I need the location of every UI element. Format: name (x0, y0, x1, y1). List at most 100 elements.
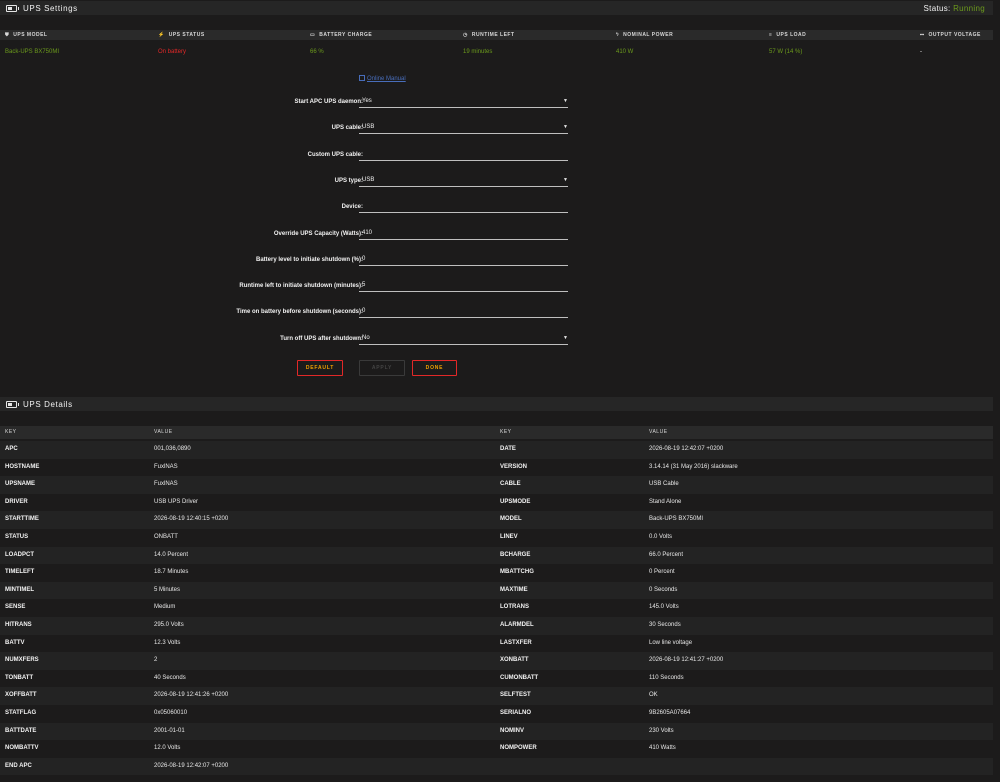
detail-key: MODEL (500, 516, 522, 523)
summary-header-label: UPS LOAD (776, 32, 807, 38)
detail-value: 110 Seconds (649, 674, 684, 681)
form-row: Custom UPS cable: (0, 148, 1000, 168)
detail-key: NOMINV (500, 727, 524, 734)
detail-value: 40 Seconds (154, 674, 186, 681)
list-icon: ≡ (769, 32, 773, 38)
detail-key: LOTRANS (500, 604, 529, 611)
summary-header-label: UPS STATUS (168, 32, 205, 38)
form-row: Turn off UPS after shutdown: No ▼ (0, 332, 1000, 352)
text-input[interactable]: 5 (359, 279, 568, 293)
detail-value: 0x05060010 (154, 710, 188, 716)
text-input[interactable]: 0 (359, 253, 568, 266)
status-value: Running (953, 3, 985, 13)
detail-key: NUMXFERS (5, 657, 39, 664)
detail-key: SELFTEST (500, 692, 531, 699)
detail-key: STATFLAG (5, 710, 37, 716)
detail-value: USB UPS Driver (154, 498, 199, 505)
output-icon: ⎓ (920, 32, 925, 38)
summary-column-ups-status: ⚡ UPS STATUS (158, 30, 205, 40)
field-value: USB (362, 176, 375, 183)
status-label: Status: (923, 3, 951, 13)
summary-header-label: UPS MODEL (13, 32, 48, 38)
field-label: Start APC UPS daemon: (294, 99, 363, 105)
summary-column-battery-charge: ▭ BATTERY CHARGE (310, 30, 372, 40)
field-value: 410 (362, 229, 373, 236)
summary-value: 19 minutes (463, 49, 493, 55)
detail-key: MBATTCHG (500, 569, 534, 576)
field-label: Runtime left to initiate shutdown (minut… (239, 283, 363, 290)
detail-value: USB Cable (649, 481, 679, 488)
column-header-value: VALUE (649, 429, 668, 435)
summary-column-nominal-power: ϟ NOMINAL POWER (616, 30, 673, 40)
summary-column-ups-load: ≡ UPS LOAD (769, 30, 806, 40)
chevron-down-icon: ▼ (563, 334, 568, 341)
chevron-down-icon: ▼ (563, 176, 568, 183)
table-row: LOADPCT 14.0 Percent BCHARGE 66.0 Percent (0, 546, 993, 565)
text-input[interactable]: 0 (359, 305, 568, 319)
battery-icon: ▭ (310, 32, 316, 38)
detail-key: HITRANS (5, 622, 32, 628)
detail-value: 30 Seconds (649, 622, 681, 628)
table-row: STARTTIME 2026-08-19 12:40:15 +0200 MODEL B… (0, 511, 993, 529)
apply-button[interactable]: APPLY (359, 360, 405, 376)
select-field[interactable]: USB ▼ (359, 121, 568, 135)
detail-value: 001,036,0890 (154, 446, 191, 452)
field-label: Override UPS Capacity (Watts): (273, 230, 363, 237)
text-input[interactable]: 410 (359, 227, 568, 240)
details-table-header: KEY VALUE KEY VALUE (0, 426, 993, 439)
select-field[interactable]: Yes ▼ (359, 95, 568, 108)
detail-key: XOFFBATT (5, 692, 37, 699)
table-row: BATTDATE 2001-01-01 NOMINV 230 Volts (0, 722, 993, 741)
detail-key: LINEV (500, 534, 518, 540)
summary-value: 57 W (14 %) (769, 49, 803, 55)
detail-value: 12.3 Volts (154, 639, 181, 646)
detail-value: 3.14.14 (31 May 2016) slackware (649, 463, 738, 470)
field-value: 0 (362, 308, 366, 315)
detail-key: STARTTIME (5, 516, 39, 523)
plug-icon: ⚡ (158, 32, 165, 38)
table-row: UPSNAME FuxlNAS CABLE USB Cable (0, 476, 993, 494)
summary-header-label: BATTERY CHARGE (319, 32, 373, 38)
text-input[interactable] (359, 200, 568, 214)
summary-header-label: RUNTIME LEFT (471, 32, 515, 38)
detail-key: NOMBATTV (5, 745, 39, 752)
detail-key: TIMELEFT (5, 569, 35, 576)
detail-value: Stand Alone (649, 498, 682, 505)
form-row: UPS type: USB ▼ (0, 174, 1000, 194)
detail-key: LASTXFER (500, 639, 532, 646)
chevron-down-icon: ▼ (563, 98, 568, 104)
detail-value: Medium (154, 604, 176, 611)
detail-value: 295.0 Volts (154, 622, 184, 628)
default-button[interactable]: DEFAULT (297, 360, 343, 376)
select-field[interactable]: USB ▼ (359, 174, 568, 187)
table-row: NOMBATTV 12.0 Volts NOMPOWER 410 Watts (0, 740, 993, 758)
detail-value: Low line voltage (649, 639, 693, 646)
done-button[interactable]: DONE (412, 360, 457, 376)
table-row: TONBATT 40 Seconds CUMONBATT 110 Seconds (0, 670, 993, 688)
detail-value: 2026-08-19 12:42:07 +0200 (154, 762, 229, 769)
online-manual-link[interactable]: Online Manual (359, 75, 406, 82)
clock-icon: ◷ (463, 32, 468, 38)
detail-key: APC (5, 446, 18, 452)
detail-value: FuxlNAS (154, 463, 178, 470)
detail-value: 2026-08-19 12:42:07 +0200 (649, 446, 724, 452)
table-row: END APC 2026-08-19 12:42:07 +0200 (0, 757, 993, 776)
table-row: MINTIMEL 5 Minutes MAXTIME 0 Seconds (0, 581, 993, 600)
detail-value: ONBATT (154, 534, 178, 540)
table-row: XOFFBATT 2026-08-19 12:41:26 +0200 SELFTES… (0, 687, 993, 705)
form-row: Override UPS Capacity (Watts): 410 (0, 227, 1000, 247)
detail-key: SERIALNO (500, 710, 532, 716)
chevron-down-icon: ▼ (563, 124, 568, 131)
detail-value: 0 Percent (649, 569, 675, 576)
select-field[interactable]: No ▼ (359, 332, 568, 345)
table-row: DRIVER USB UPS Driver UPSMODE Stand Alone (0, 494, 993, 512)
text-input[interactable] (359, 148, 568, 161)
detail-key: DATE (500, 446, 516, 452)
form-row: Device: (0, 200, 1000, 220)
table-row: HITRANS 295.0 Volts ALARMDEL 30 Seconds (0, 617, 993, 635)
table-row: APC 001,036,0890 DATE 2026-08-19 12:42:07 +… (0, 441, 993, 459)
detail-key: MINTIMEL (5, 586, 34, 593)
column-header-key: KEY (500, 429, 512, 435)
detail-key: END APC (5, 762, 32, 769)
battery-icon (6, 400, 19, 408)
